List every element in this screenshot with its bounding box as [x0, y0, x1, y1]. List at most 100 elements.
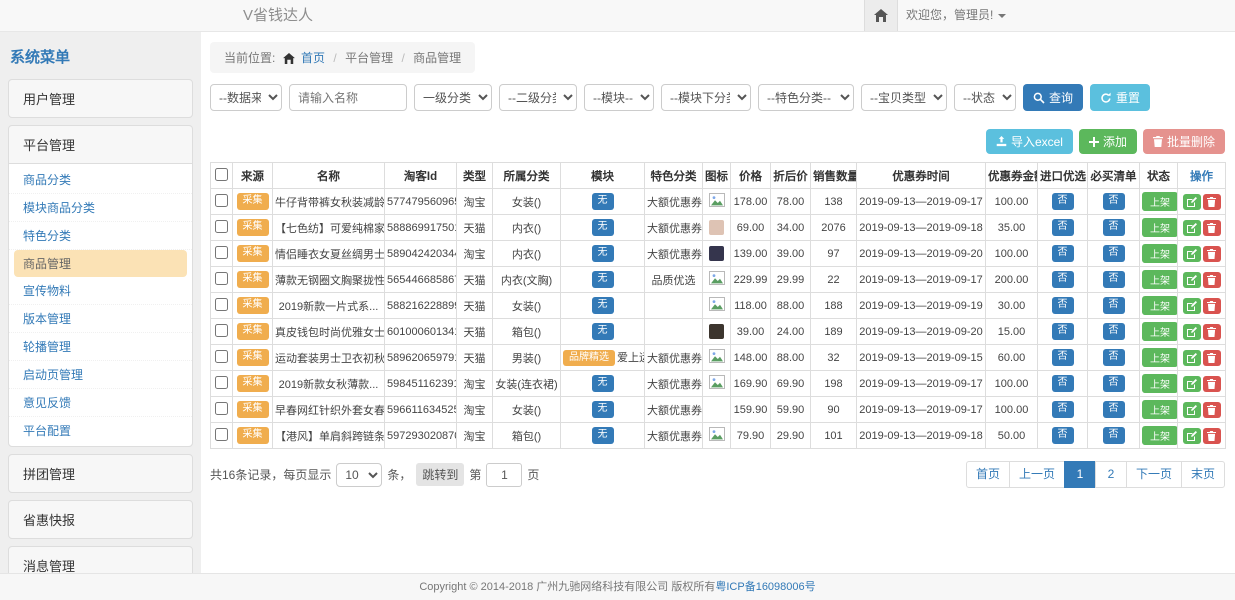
sidebar-item-goods-category[interactable]: 商品分类 [9, 166, 192, 194]
edit-button[interactable] [1183, 246, 1201, 262]
sidebar-item-promo-materials[interactable]: 宣传物料 [9, 277, 192, 305]
sidebar-item-module-goods-category[interactable]: 模块商品分类 [9, 194, 192, 222]
import-toggle[interactable]: 否 [1052, 401, 1074, 418]
pager-page-2[interactable]: 2 [1095, 461, 1127, 488]
select-all-checkbox[interactable] [215, 168, 228, 181]
delete-button[interactable] [1203, 428, 1221, 444]
level2-category-select[interactable]: --二级分类-- [499, 84, 577, 111]
icp-link[interactable]: 粤ICP备16098006号 [715, 581, 815, 593]
sidebar-group-messages-header[interactable]: 消息管理 [9, 547, 192, 573]
pager-prev[interactable]: 上一页 [1009, 461, 1065, 488]
edit-button[interactable] [1183, 428, 1201, 444]
row-checkbox[interactable] [215, 272, 228, 285]
search-button[interactable]: 查询 [1023, 84, 1083, 111]
import-toggle[interactable]: 否 [1052, 193, 1074, 210]
import-toggle[interactable]: 否 [1052, 349, 1074, 366]
must-buy-toggle[interactable]: 否 [1103, 323, 1125, 340]
feature-category-select[interactable]: --特色分类-- [758, 84, 854, 111]
status-button[interactable]: 上架 [1142, 192, 1178, 211]
edit-button[interactable] [1183, 350, 1201, 366]
sidebar-group-express-header[interactable]: 省惠快报 [9, 501, 192, 538]
delete-button[interactable] [1203, 220, 1221, 236]
status-button[interactable]: 上架 [1142, 374, 1178, 393]
must-buy-toggle[interactable]: 否 [1103, 349, 1125, 366]
name-search-input[interactable] [289, 84, 407, 111]
batch-delete-button[interactable]: 批量删除 [1143, 129, 1225, 154]
import-toggle[interactable]: 否 [1052, 219, 1074, 236]
must-buy-toggle[interactable]: 否 [1103, 297, 1125, 314]
status-button[interactable]: 上架 [1142, 270, 1178, 289]
row-checkbox[interactable] [215, 324, 228, 337]
delete-button[interactable] [1203, 272, 1221, 288]
level1-category-select[interactable]: 一级分类 [414, 84, 492, 111]
edit-button[interactable] [1183, 298, 1201, 314]
delete-button[interactable] [1203, 402, 1221, 418]
edit-button[interactable] [1183, 220, 1201, 236]
module-select[interactable]: --模块-- [584, 84, 654, 111]
home-button[interactable] [864, 0, 898, 31]
status-button[interactable]: 上架 [1142, 296, 1178, 315]
import-toggle[interactable]: 否 [1052, 297, 1074, 314]
data-source-select[interactable]: --数据来源-- [210, 84, 282, 111]
pager-first[interactable]: 首页 [966, 461, 1010, 488]
import-toggle[interactable]: 否 [1052, 271, 1074, 288]
row-checkbox[interactable] [215, 246, 228, 259]
row-checkbox[interactable] [215, 298, 228, 311]
sidebar-item-platform-config[interactable]: 平台配置 [9, 417, 192, 444]
jump-button[interactable]: 跳转到 [416, 463, 464, 486]
delete-button[interactable] [1203, 350, 1221, 366]
must-buy-toggle[interactable]: 否 [1103, 219, 1125, 236]
sidebar-item-splash-management[interactable]: 启动页管理 [9, 361, 192, 389]
import-toggle[interactable]: 否 [1052, 245, 1074, 262]
delete-button[interactable] [1203, 298, 1221, 314]
delete-button[interactable] [1203, 376, 1221, 392]
pager-page-1[interactable]: 1 [1064, 461, 1096, 488]
import-toggle[interactable]: 否 [1052, 427, 1074, 444]
must-buy-toggle[interactable]: 否 [1103, 245, 1125, 262]
status-button[interactable]: 上架 [1142, 426, 1178, 445]
delete-button[interactable] [1203, 324, 1221, 340]
edit-button[interactable] [1183, 272, 1201, 288]
must-buy-toggle[interactable]: 否 [1103, 401, 1125, 418]
status-select[interactable]: --状态-- [954, 84, 1016, 111]
module-sub-select[interactable]: --模块下分类-- [661, 84, 751, 111]
must-buy-toggle[interactable]: 否 [1103, 193, 1125, 210]
item-type-select[interactable]: --宝贝类型-- [861, 84, 947, 111]
edit-button[interactable] [1183, 194, 1201, 210]
row-checkbox[interactable] [215, 220, 228, 233]
user-menu[interactable]: 欢迎您，管理员! [906, 0, 1006, 31]
pager-last[interactable]: 末页 [1181, 461, 1225, 488]
row-checkbox[interactable] [215, 194, 228, 207]
per-page-select[interactable]: 10 [336, 463, 382, 487]
status-button[interactable]: 上架 [1142, 322, 1178, 341]
sidebar-item-feedback[interactable]: 意见反馈 [9, 389, 192, 417]
sidebar-item-version-management[interactable]: 版本管理 [9, 305, 192, 333]
status-button[interactable]: 上架 [1142, 244, 1178, 263]
sidebar-item-carousel-management[interactable]: 轮播管理 [9, 333, 192, 361]
add-button[interactable]: 添加 [1079, 129, 1137, 154]
import-toggle[interactable]: 否 [1052, 375, 1074, 392]
delete-button[interactable] [1203, 246, 1221, 262]
must-buy-toggle[interactable]: 否 [1103, 271, 1125, 288]
pager-next[interactable]: 下一页 [1126, 461, 1182, 488]
import-excel-button[interactable]: 导入excel [986, 129, 1073, 154]
row-checkbox[interactable] [215, 350, 228, 363]
jump-page-input[interactable] [486, 463, 522, 487]
row-checkbox[interactable] [215, 376, 228, 389]
sidebar-group-platform-header[interactable]: 平台管理 [9, 126, 192, 163]
sidebar-item-feature-category[interactable]: 特色分类 [9, 222, 192, 250]
edit-button[interactable] [1183, 324, 1201, 340]
status-button[interactable]: 上架 [1142, 218, 1178, 237]
edit-button[interactable] [1183, 376, 1201, 392]
sidebar-item-goods-management[interactable]: 商品管理 [14, 250, 187, 277]
edit-button[interactable] [1183, 402, 1201, 418]
row-checkbox[interactable] [215, 402, 228, 415]
must-buy-toggle[interactable]: 否 [1103, 375, 1125, 392]
reset-button[interactable]: 重置 [1090, 84, 1150, 111]
must-buy-toggle[interactable]: 否 [1103, 427, 1125, 444]
delete-button[interactable] [1203, 194, 1221, 210]
sidebar-group-groupbuy-header[interactable]: 拼团管理 [9, 455, 192, 492]
sidebar-group-users-header[interactable]: 用户管理 [9, 80, 192, 117]
import-toggle[interactable]: 否 [1052, 323, 1074, 340]
breadcrumb-home-link[interactable]: 首页 [301, 51, 325, 65]
